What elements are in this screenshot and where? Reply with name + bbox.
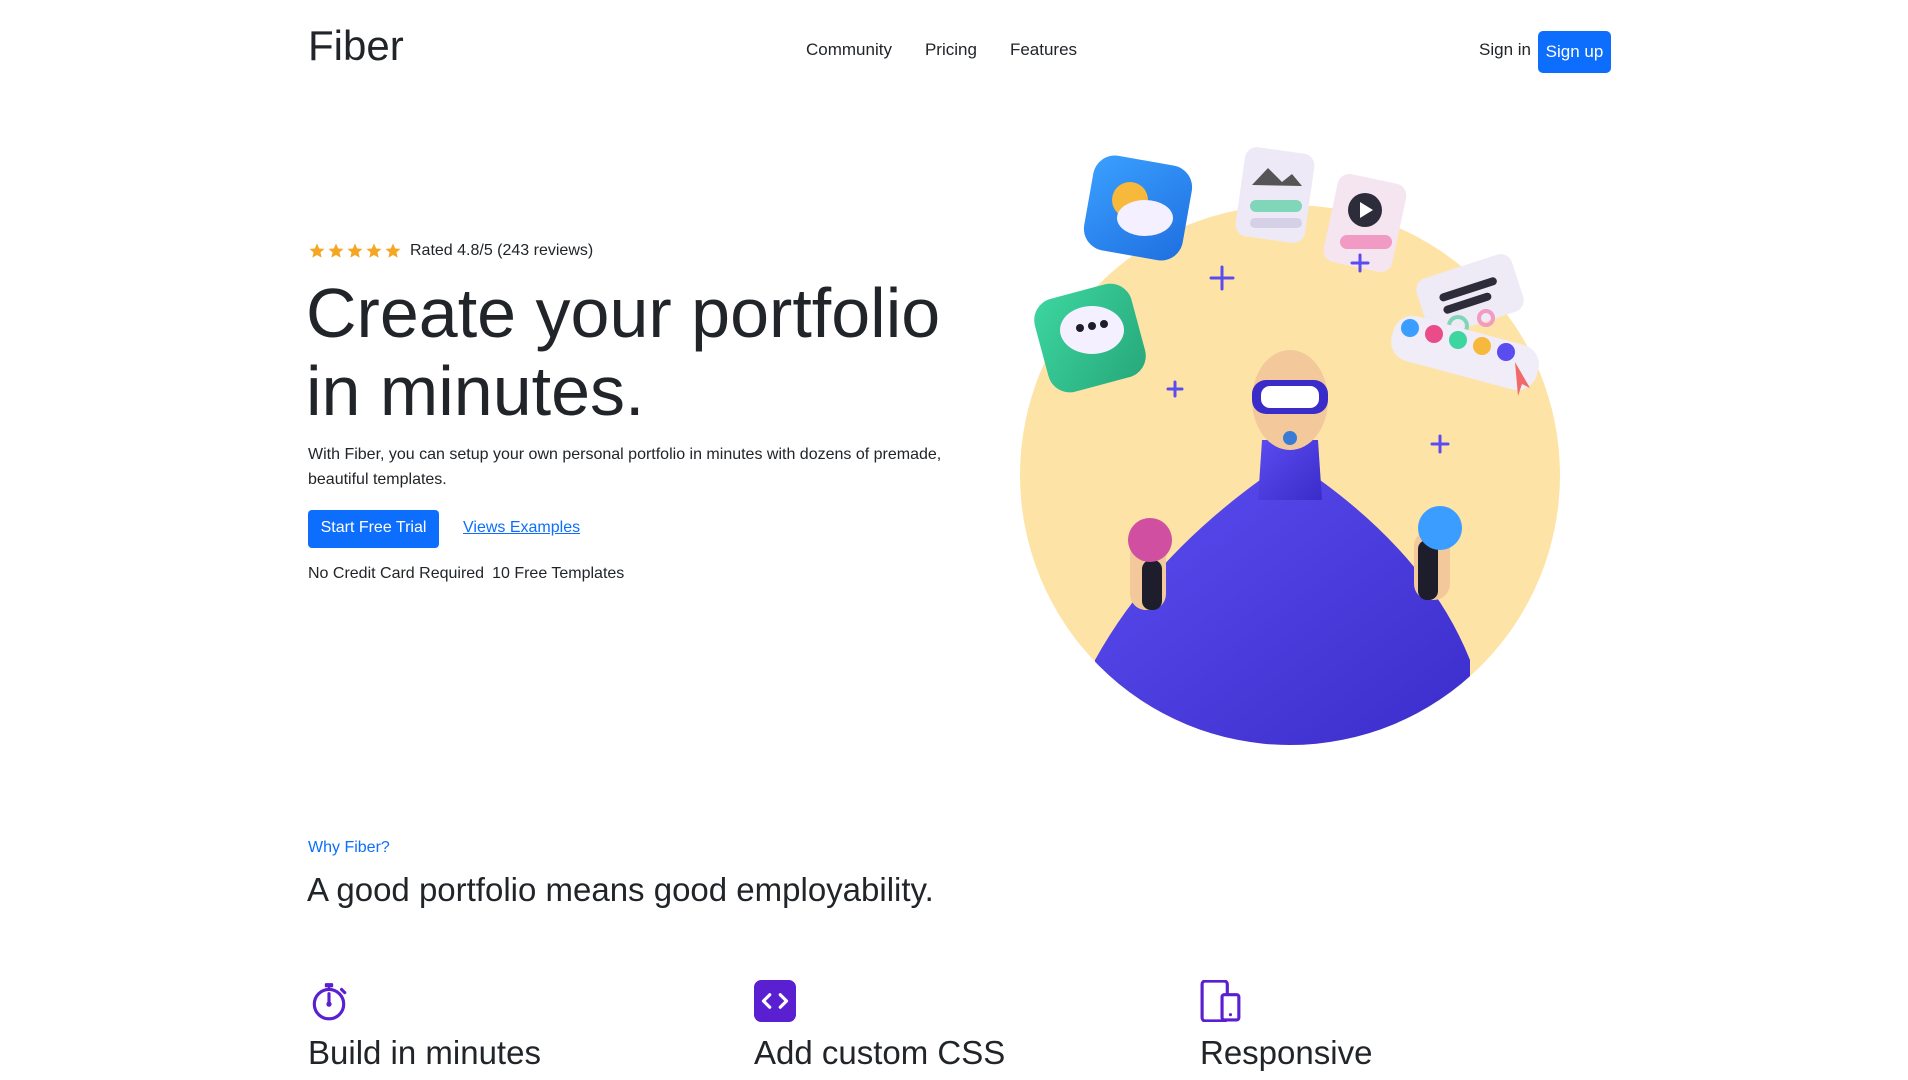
weather-app-icon: [1083, 155, 1193, 261]
rating-stars: [308, 242, 402, 260]
feature-build-in-minutes: Build in minutes: [308, 980, 541, 1071]
star-icon: [366, 243, 382, 258]
stopwatch-icon: [312, 983, 347, 1021]
view-examples-link[interactable]: Views Examples: [463, 519, 580, 537]
navbar: Fiber Community Pricing Features Sign in…: [0, 0, 1908, 104]
sign-in-link[interactable]: Sign in: [1479, 40, 1531, 60]
why-title: A good portfolio means good employabilit…: [307, 871, 934, 908]
headline-line-2: in minutes.: [306, 352, 645, 430]
start-free-trial-button[interactable]: Start Free Trial: [308, 510, 439, 548]
rating-text: Rated 4.8/5 (243 reviews): [410, 242, 594, 259]
hero-headline: Create your portfolio in minutes.: [306, 274, 986, 430]
nav-link-pricing[interactable]: Pricing: [925, 40, 977, 60]
star-icon: [309, 243, 325, 258]
star-icon: [347, 243, 363, 258]
landing-page: Fiber Community Pricing Features Sign in…: [0, 0, 1908, 1080]
feature-title: Build in minutes: [308, 1034, 541, 1071]
nav-link-community[interactable]: Community: [806, 40, 892, 60]
hero-illustration: [1020, 147, 1560, 745]
feature-custom-css: Add custom CSS: [754, 980, 1005, 1071]
hero-notes: No Credit Card Required 10 Free Templates: [308, 565, 624, 583]
gallery-card-icon: [1235, 147, 1315, 243]
brand-logo[interactable]: Fiber: [308, 22, 404, 70]
nav-links: Community Pricing Features: [806, 40, 1077, 60]
feature-title: Responsive: [1200, 1034, 1373, 1071]
no-credit-card-note: No Credit Card Required: [308, 565, 485, 582]
code-icon: [754, 980, 796, 1022]
star-icon: [385, 243, 401, 258]
rating: Rated 4.8/5 (243 reviews): [308, 242, 593, 260]
feature-title: Add custom CSS: [754, 1034, 1006, 1071]
feature-responsive: Responsive: [1200, 979, 1372, 1071]
hero-lead: With Fiber, you can setup your own perso…: [308, 446, 942, 488]
why-eyebrow: Why Fiber?: [308, 839, 390, 856]
sign-up-button[interactable]: Sign up: [1538, 31, 1611, 73]
headline-line-1: Create your portfolio: [306, 274, 941, 352]
star-icon: [328, 243, 344, 258]
free-templates-note: 10 Free Templates: [492, 565, 625, 582]
nav-link-features[interactable]: Features: [1010, 40, 1077, 60]
devices-icon: [1200, 979, 1241, 1023]
